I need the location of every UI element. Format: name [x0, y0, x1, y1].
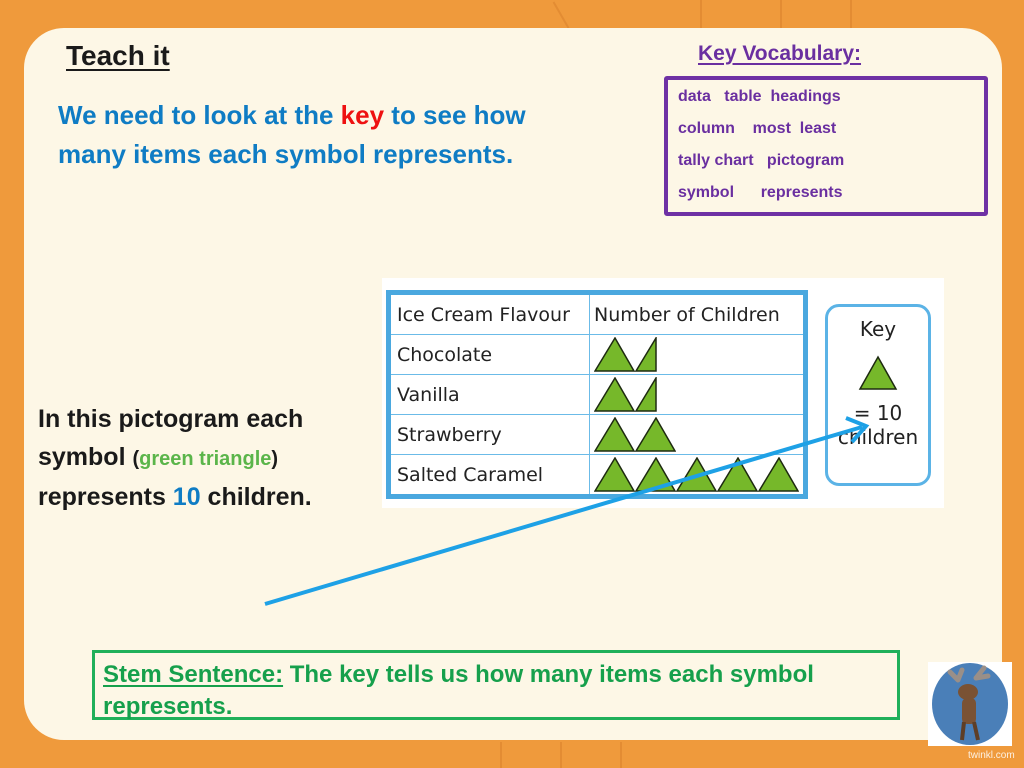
pictogram-table: Ice Cream Flavour Number of Children Cho…	[386, 290, 808, 499]
key-unit: children	[837, 425, 919, 449]
triangle-symbol-icon	[716, 456, 759, 492]
column-header-children: Number of Children	[589, 292, 806, 335]
symbol-group	[593, 334, 657, 372]
vocabulary-row: symbol represents	[678, 184, 843, 201]
background-line	[552, 1, 570, 29]
column-header-flavour: Ice Cream Flavour	[388, 292, 590, 335]
vocabulary-box: data table headings column most least ta…	[664, 76, 988, 216]
row-symbols	[589, 374, 806, 415]
intro-text-part1: We need to look at the	[58, 100, 341, 130]
vocabulary-row: data table headings	[678, 88, 841, 105]
background-line	[850, 0, 852, 28]
background-line	[780, 0, 782, 28]
triangle-symbol-icon	[675, 456, 718, 492]
row-symbols	[589, 334, 806, 375]
pictogram: Ice Cream Flavour Number of Children Cho…	[382, 278, 944, 508]
symbol-group	[593, 416, 677, 452]
triangle-symbol-icon	[593, 376, 636, 412]
row-category: Chocolate	[388, 334, 590, 375]
explanation-text: In this pictogram each symbol (green tri…	[38, 400, 368, 516]
row-symbols	[589, 414, 806, 455]
green-triangle-text: green triangle	[139, 448, 272, 470]
triangle-symbol-icon	[634, 456, 677, 492]
intro-highlight-key: key	[340, 100, 385, 130]
table-header-row: Ice Cream Flavour Number of Children	[388, 292, 806, 335]
table-row: Vanilla	[388, 374, 806, 415]
row-category: Vanilla	[388, 374, 590, 415]
symbol-group	[593, 456, 800, 492]
background-line	[560, 742, 562, 768]
background-line	[500, 742, 502, 768]
background-line	[700, 0, 702, 28]
vocabulary-row: column most least	[678, 120, 837, 137]
brand-watermark: twinkl.com	[968, 750, 1015, 761]
paren-close: )	[271, 448, 279, 470]
table-row: Strawberry	[388, 414, 806, 455]
mascot-image	[928, 662, 1012, 746]
row-category: Strawberry	[388, 414, 590, 455]
moose-mascot-icon	[932, 663, 1008, 745]
stem-sentence-label: Stem Sentence:	[103, 661, 284, 688]
symbol-group	[593, 374, 657, 412]
triangle-symbol-icon	[593, 456, 636, 492]
pictogram-key: Key = 10 children	[825, 304, 931, 486]
vocabulary-title: Key Vocabulary:	[698, 42, 862, 65]
row-category: Salted Caramel	[388, 454, 590, 497]
triangle-symbol-icon	[634, 416, 677, 452]
triangle-symbol-icon	[757, 456, 800, 492]
triangle-symbol-icon	[593, 336, 636, 372]
explanation-part2: represents	[38, 483, 173, 511]
key-triangle-icon	[858, 355, 898, 390]
table-row: Salted Caramel	[388, 454, 806, 497]
half-triangle-symbol-icon	[634, 374, 657, 412]
vocabulary-row: tally chart pictogram	[678, 152, 845, 169]
background-line	[620, 742, 622, 768]
triangle-symbol-icon	[593, 416, 636, 452]
stem-sentence-box: Stem Sentence: The key tells us how many…	[92, 650, 900, 720]
key-title: Key	[859, 317, 897, 341]
key-equals-value: = 10	[853, 401, 903, 425]
explanation-part3: children.	[200, 483, 312, 511]
table-row: Chocolate	[388, 334, 806, 375]
half-triangle-symbol-icon	[634, 334, 657, 372]
page-title: Teach it	[66, 40, 170, 71]
explanation-number: 10	[172, 483, 201, 511]
row-symbols	[589, 454, 806, 497]
intro-text: We need to look at the key to see how ma…	[58, 96, 578, 174]
